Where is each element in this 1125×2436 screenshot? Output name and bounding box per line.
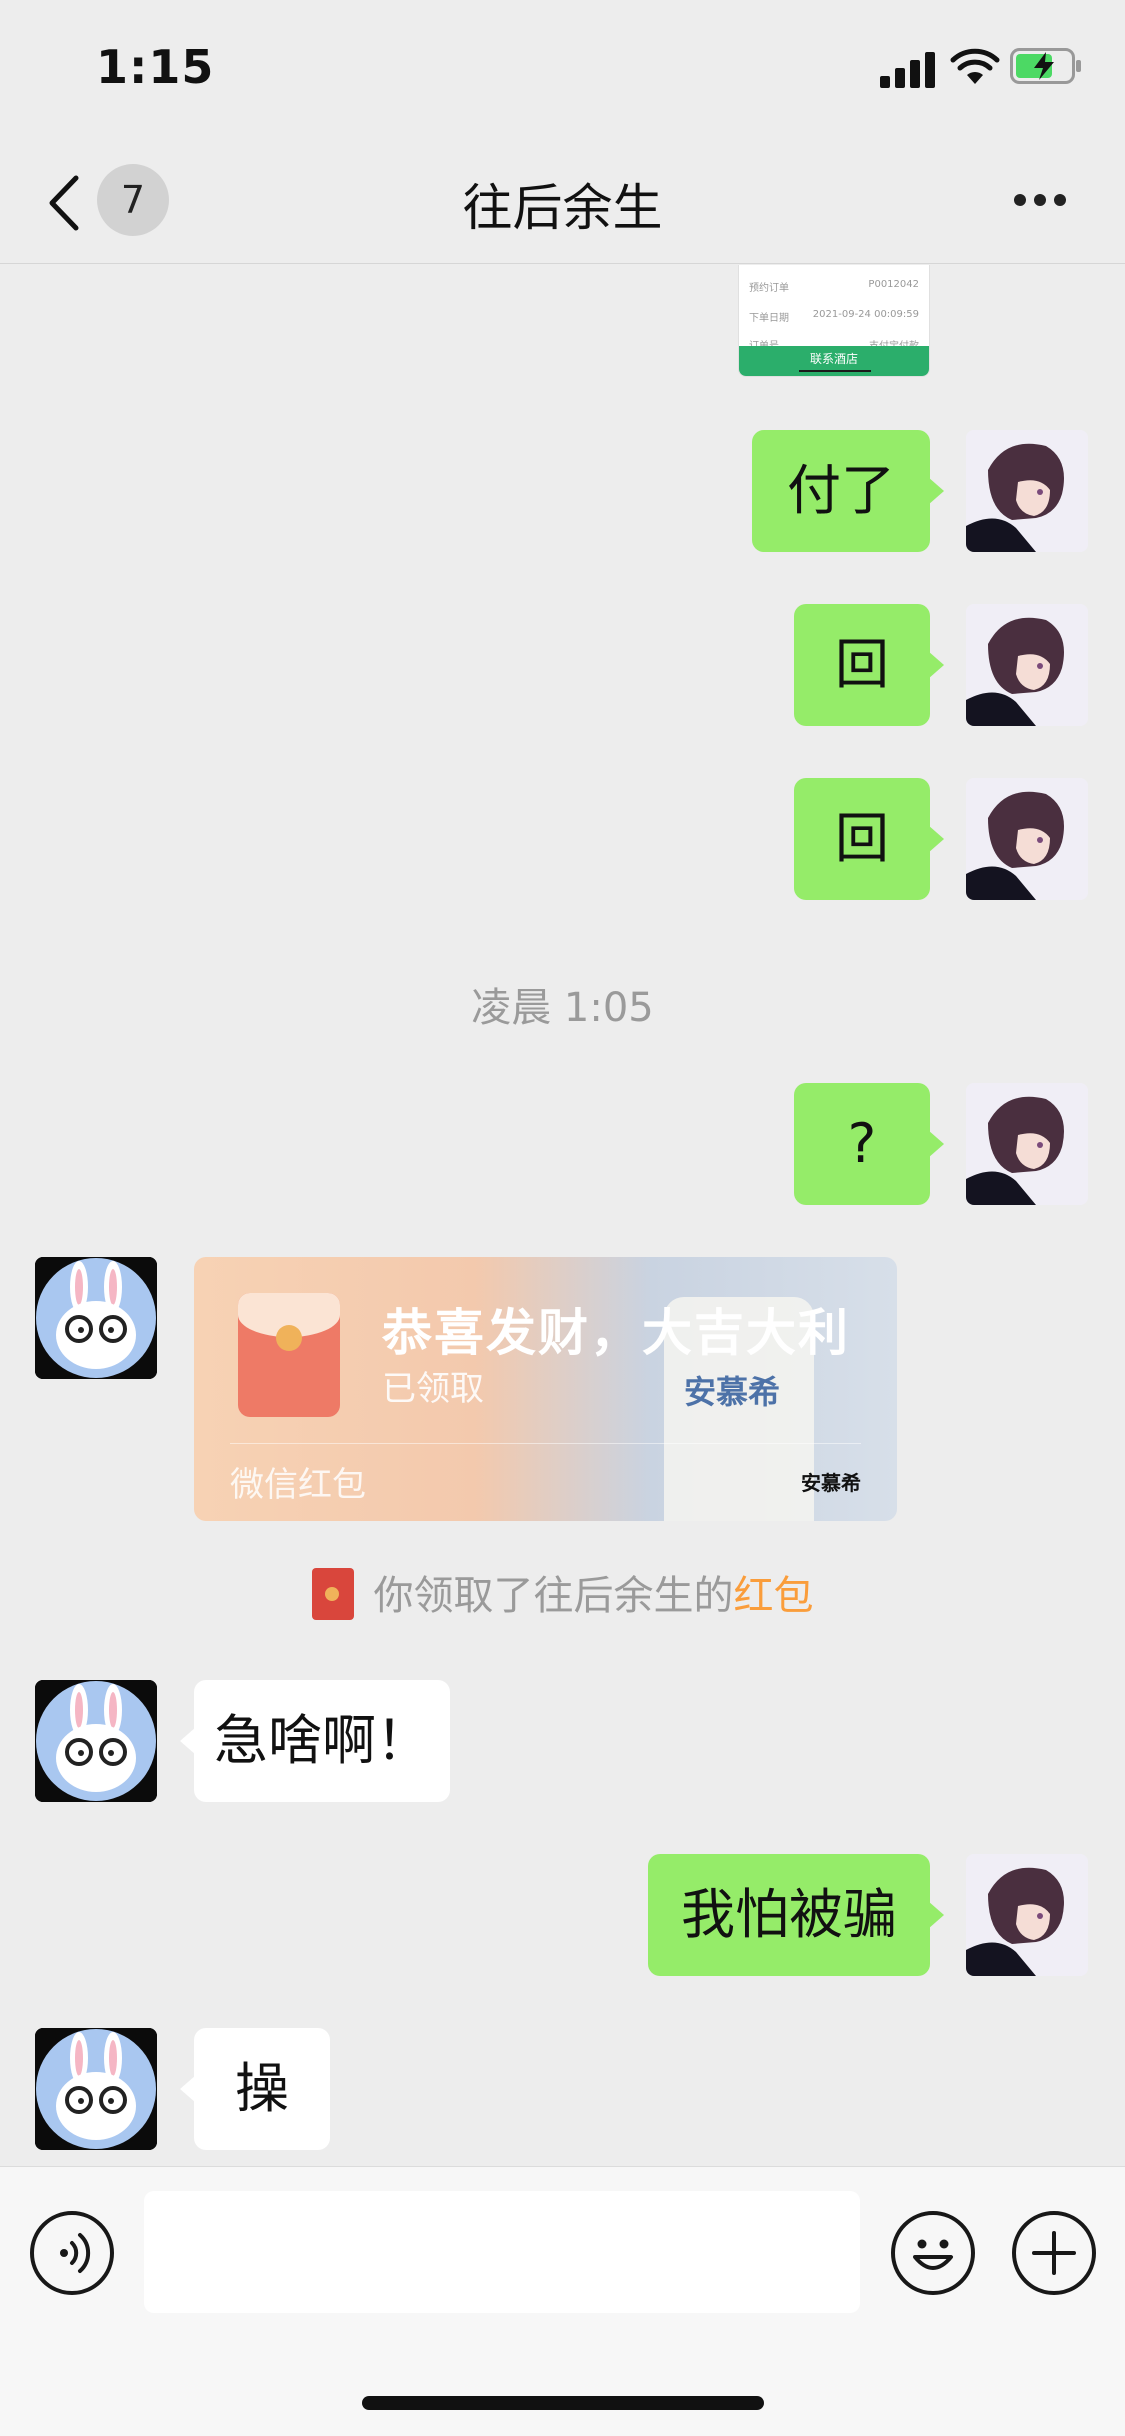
anime-boy-avatar-icon (966, 1083, 1088, 1205)
status-time: 1:15 (96, 40, 215, 94)
message-bubble[interactable]: 回 (794, 604, 944, 726)
card-row-value: 2021-09-24 00:09:59 (812, 309, 919, 320)
emoji-icon[interactable] (891, 2211, 975, 2295)
my-avatar[interactable] (966, 604, 1088, 726)
message-bubble[interactable]: ? (794, 1083, 944, 1205)
red-packet-divider (230, 1443, 861, 1444)
card-row-label: 预约订单 (749, 283, 789, 294)
red-packet-icon (238, 1293, 340, 1417)
rabbit-avatar-icon (35, 1257, 157, 1379)
message-bubble[interactable]: 急啥啊！ (180, 1680, 450, 1802)
plus-sign-icon (1032, 2231, 1076, 2275)
contact-avatar[interactable] (35, 1680, 157, 1802)
red-packet-small-icon (311, 1568, 354, 1620)
ad-brand-label: 安慕希 (684, 1373, 781, 1411)
message-list[interactable]: 预约订单P0012042 下单日期2021-09-24 00:09:59 订单号… (0, 265, 1125, 2165)
contact-hotel-button[interactable]: 联系酒店 (739, 346, 929, 376)
notice-link[interactable]: 红包 (734, 1573, 814, 1619)
card-row-value: P0012042 (868, 279, 919, 290)
wifi-icon (950, 48, 1000, 84)
anime-boy-avatar-icon (966, 1854, 1088, 1976)
my-avatar[interactable] (966, 778, 1088, 900)
message-bubble[interactable]: 我怕被骗 (648, 1854, 944, 1976)
anime-boy-avatar-icon (966, 604, 1088, 726)
nav-bar: 7 往后余生 (0, 140, 1125, 264)
message-bubble[interactable]: 付了 (752, 430, 944, 552)
chat-title: 往后余生 (462, 179, 663, 237)
time-divider: 凌晨 1:05 (471, 985, 654, 1031)
my-avatar[interactable] (966, 430, 1088, 552)
system-notice: 你领取了往后余生的红包 (0, 1563, 1125, 1624)
red-packet-status: 已领取 (382, 1369, 484, 1409)
red-packet-footer: 微信红包 (230, 1465, 366, 1505)
rabbit-avatar-icon (35, 1680, 157, 1802)
card-row-label: 下单日期 (749, 313, 789, 324)
my-avatar[interactable] (966, 1083, 1088, 1205)
voice-wave-icon (60, 2233, 91, 2273)
message-input[interactable] (144, 2191, 860, 2313)
chat-screen: 1:15 7 往后余生 预约订单 P0012042 下单日期 2021-09-2… (0, 0, 1125, 2436)
cellular-signal-icon (880, 50, 936, 88)
rabbit-avatar-icon (35, 2028, 157, 2150)
red-packet-brand: 安慕希 (801, 1471, 861, 1495)
plus-icon[interactable] (1012, 2211, 1096, 2295)
contact-avatar[interactable] (35, 2028, 157, 2150)
red-packet-title: 恭喜发财，大吉大利 (382, 1304, 850, 1362)
previous-image-card[interactable]: 预约订单P0012042 下单日期2021-09-24 00:09:59 订单号… (738, 265, 930, 377)
contact-avatar[interactable] (35, 1257, 157, 1379)
smiley-face-icon (913, 2239, 953, 2270)
voice-icon[interactable] (30, 2211, 114, 2295)
my-avatar[interactable] (966, 1854, 1088, 1976)
status-bar: 1:15 (0, 0, 1125, 140)
notice-text: 你领取了往后余生的 (373, 1573, 734, 1619)
battery-charging-icon (1010, 48, 1081, 84)
red-packet-card[interactable]: 安慕希 恭喜发财，大吉大利 已领取 微信红包 安慕希 (194, 1257, 897, 1521)
message-bubble[interactable]: 回 (794, 778, 944, 900)
anime-boy-avatar-icon (966, 778, 1088, 900)
more-icon[interactable] (1010, 194, 1070, 210)
anime-boy-avatar-icon (966, 430, 1088, 552)
home-indicator[interactable] (362, 2396, 764, 2410)
message-bubble[interactable]: 操 (180, 2028, 330, 2150)
